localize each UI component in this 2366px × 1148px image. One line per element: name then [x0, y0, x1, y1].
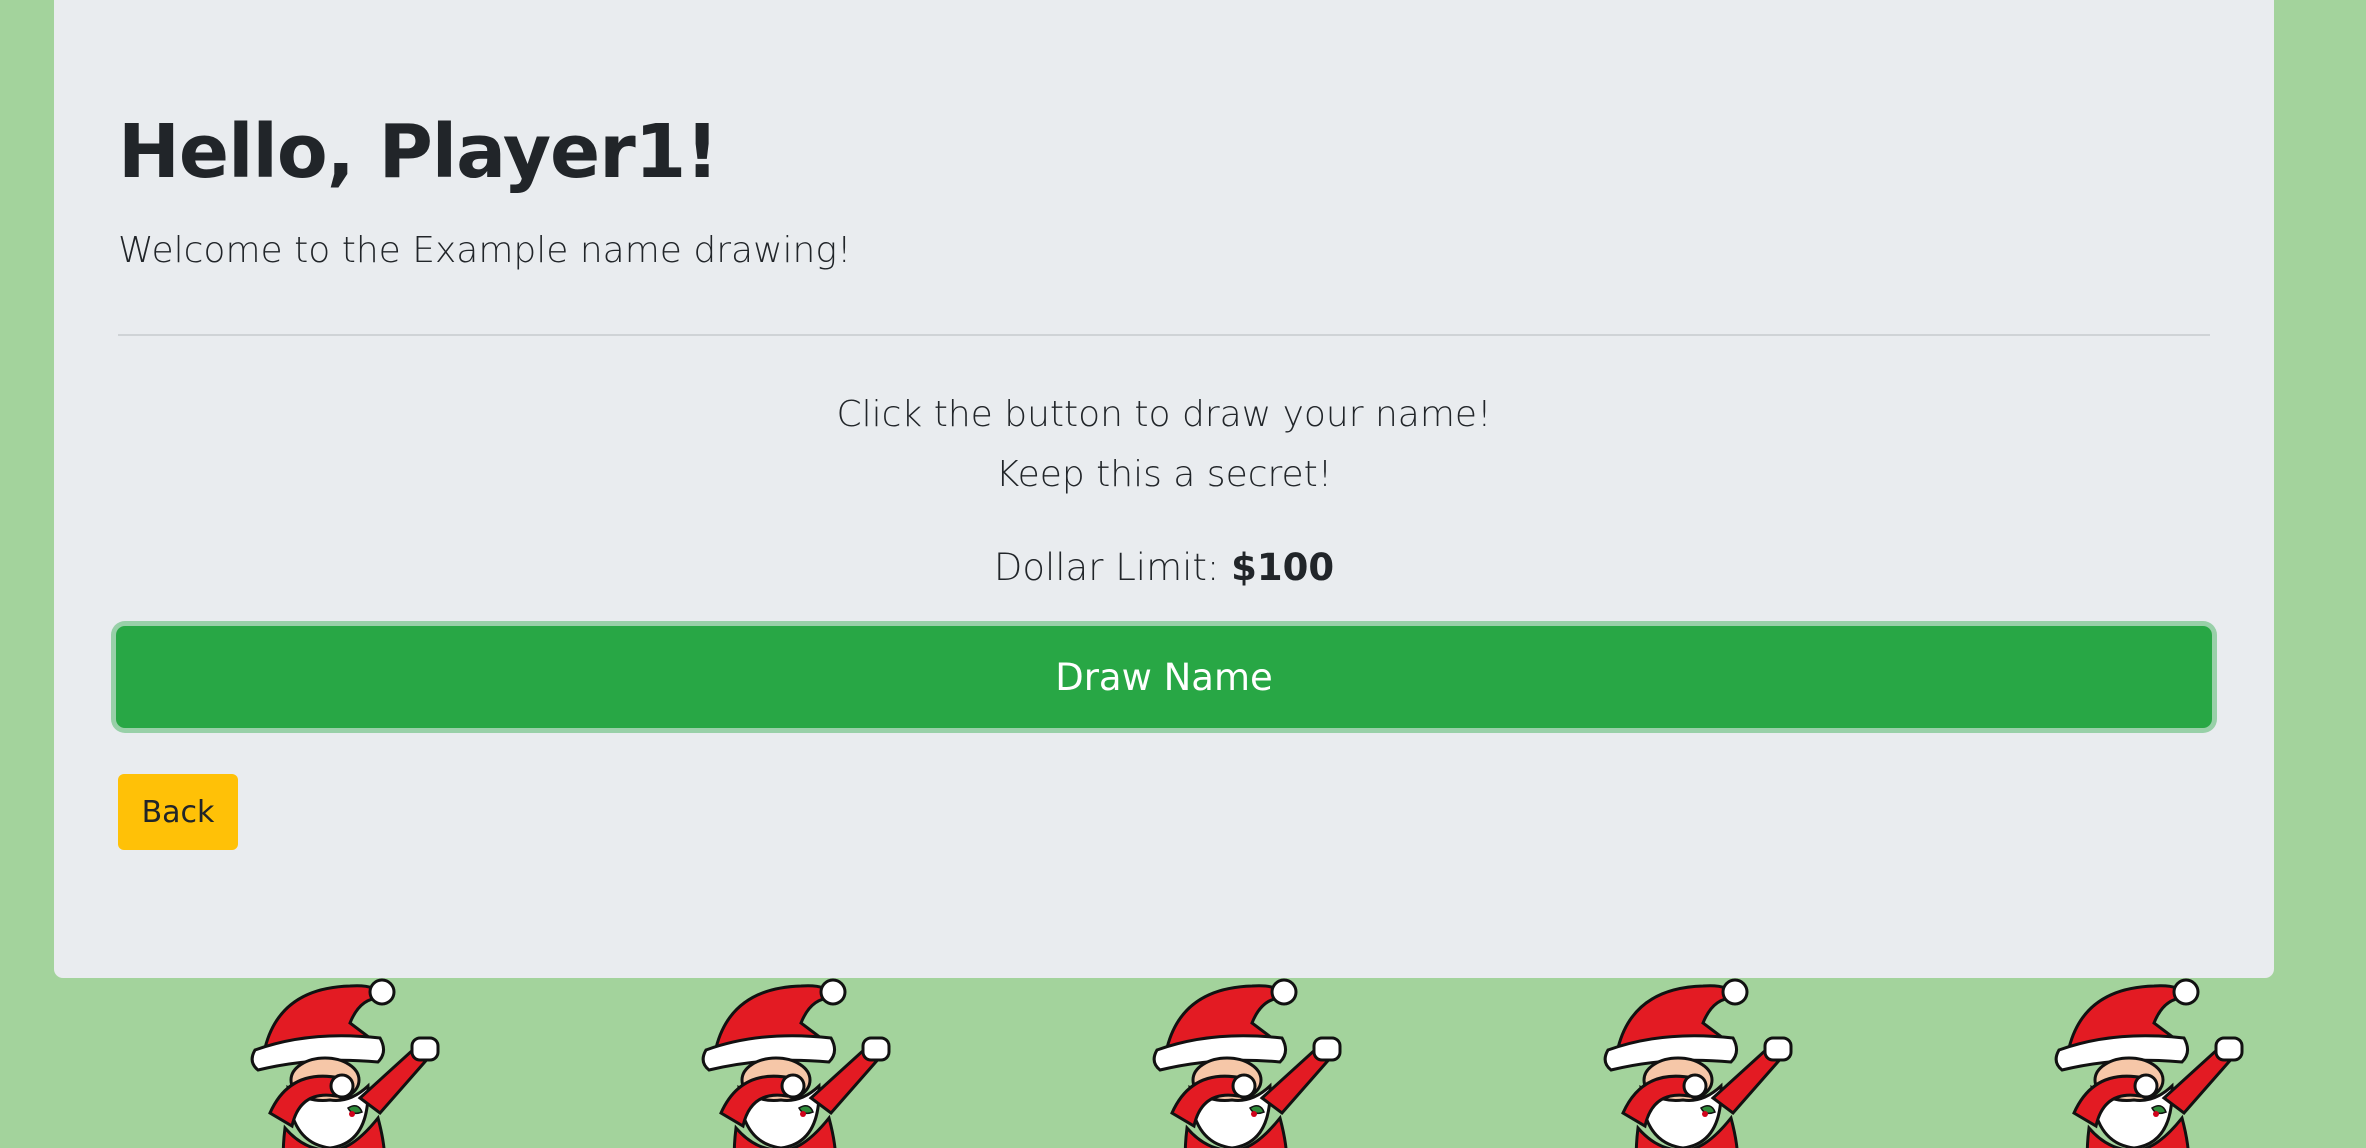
- dollar-limit: Dollar Limit: $100: [118, 544, 2210, 592]
- instruction-draw: Click the button to draw your name!: [836, 394, 1492, 435]
- divider: [118, 334, 2210, 336]
- dollar-limit-value: $100: [1231, 546, 1335, 589]
- jumbotron-panel: Hello, Player1! Welcome to the Example n…: [54, 0, 2274, 978]
- dabbing-santa-icon: [1603, 978, 1793, 1148]
- dabbing-santa-icon: [250, 978, 440, 1148]
- instruction-secret: Keep this a secret!: [995, 454, 1333, 495]
- dabbing-santa-icon: [2054, 978, 2244, 1148]
- draw-name-button[interactable]: Draw Name: [116, 626, 2212, 728]
- dabbing-santa-icon: [1152, 978, 1342, 1148]
- dollar-limit-label: Dollar Limit:: [993, 546, 1220, 589]
- greeting-heading: Hello, Player1!: [118, 109, 719, 195]
- dabbing-santa-icon: [701, 978, 891, 1148]
- santa-background-pattern: [0, 978, 2366, 1148]
- welcome-text: Welcome to the Example name drawing!: [118, 230, 852, 271]
- back-button[interactable]: Back: [118, 774, 238, 850]
